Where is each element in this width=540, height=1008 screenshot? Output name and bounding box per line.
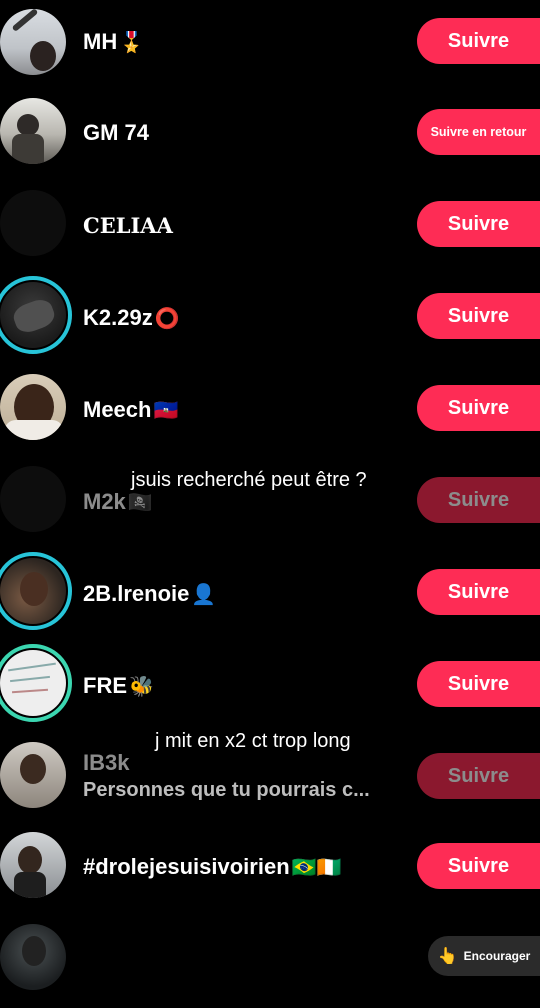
follow-button[interactable]: Suivre — [417, 569, 540, 615]
follow-button[interactable]: Suivre — [417, 385, 540, 431]
list-item[interactable]: 👆 Encourager — [0, 916, 540, 1008]
account-name[interactable]: #drolejesuisivoirien 🇧🇷🇨🇮 — [83, 854, 341, 880]
avatar[interactable] — [0, 832, 66, 898]
account-name[interactable]: K2.29z ⭕ — [83, 305, 180, 331]
person-icon: 👤 — [191, 584, 217, 606]
encourage-button[interactable]: 👆 Encourager — [428, 936, 540, 976]
flags-icon: 🇧🇷🇨🇮 — [291, 857, 342, 879]
avatar[interactable] — [0, 374, 66, 440]
avatar[interactable] — [0, 742, 66, 808]
bee-icon: 🐝 — [129, 676, 154, 698]
avatar[interactable] — [0, 98, 66, 164]
list-item[interactable]: 2B.lrenoie 👤 Suivre — [0, 548, 540, 640]
list-item[interactable]: MH 🎖️ Suivre — [0, 0, 540, 88]
video-caption: j mit en x2 ct trop long — [155, 730, 351, 752]
avatar[interactable] — [0, 466, 66, 532]
follow-button[interactable]: Suivre — [417, 293, 540, 339]
list-item[interactable]: CELIAA Suivre — [0, 180, 540, 272]
list-item[interactable]: Meech 🇭🇹 Suivre — [0, 364, 540, 456]
account-name[interactable]: 2B.lrenoie 👤 — [83, 581, 216, 607]
medal-icon: 🎖️ — [119, 32, 145, 54]
video-caption: jsuis recherché peut être ? — [131, 469, 367, 491]
haiti-flag-icon: 🇭🇹 — [153, 400, 179, 422]
follow-button[interactable]: Suivre — [417, 753, 540, 799]
account-name[interactable]: Meech 🇭🇹 — [83, 397, 178, 423]
list-item[interactable]: FRE 🐝 Suivre — [0, 640, 540, 732]
account-name[interactable]: MH 🎖️ — [83, 29, 144, 55]
follow-button[interactable]: Suivre — [417, 477, 540, 523]
follow-back-button[interactable]: Suivre en retour — [417, 109, 540, 155]
follow-button[interactable]: Suivre — [417, 843, 540, 889]
account-name[interactable]: IB3k — [83, 750, 129, 776]
account-name[interactable]: M2k 🏴‍☠️ — [83, 489, 153, 515]
avatar[interactable] — [0, 650, 66, 716]
list-item[interactable]: K2.29z ⭕ Suivre — [0, 272, 540, 364]
encourage-label: Encourager — [463, 949, 531, 963]
suggestion-subtitle: Personnes que tu pourrais c... — [83, 779, 370, 801]
account-name[interactable]: CELIAA — [83, 213, 173, 238]
follow-button[interactable]: Suivre — [417, 661, 540, 707]
pointing-hand-icon: 👆 — [437, 948, 458, 965]
follow-button[interactable]: Suivre — [417, 201, 540, 247]
circle-icon: ⭕ — [154, 308, 180, 330]
avatar[interactable] — [0, 282, 66, 348]
pirate-flag-icon: 🏴‍☠️ — [127, 492, 153, 514]
account-name[interactable]: GM 74 — [83, 120, 149, 146]
avatar[interactable] — [0, 924, 66, 990]
account-name[interactable]: FRE 🐝 — [83, 673, 154, 699]
list-item[interactable]: GM 74 Suivre en retour — [0, 88, 540, 180]
avatar[interactable] — [0, 190, 66, 256]
avatar[interactable] — [0, 558, 66, 624]
follow-button[interactable]: Suivre — [417, 18, 540, 64]
avatar[interactable] — [0, 9, 66, 75]
list-item[interactable]: #drolejesuisivoirien 🇧🇷🇨🇮 Suivre — [0, 824, 540, 916]
